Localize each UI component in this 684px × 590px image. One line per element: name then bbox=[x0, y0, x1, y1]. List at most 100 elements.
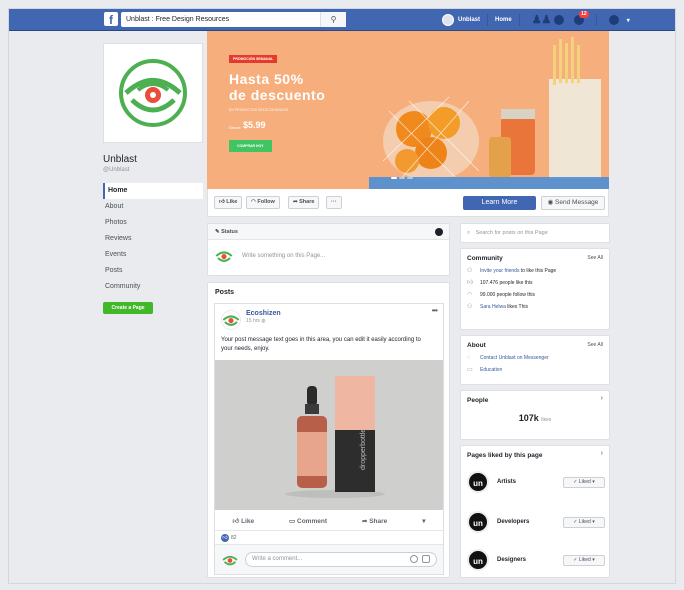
follows-count-text: 99.000 people follow this bbox=[480, 292, 536, 298]
search-icon[interactable]: ⚲ bbox=[320, 12, 346, 27]
top-navigation-bar: f Unblast : Free Design Resources ⚲ Unbl… bbox=[9, 9, 675, 31]
comment-placeholder: Write a comment... bbox=[252, 556, 303, 562]
rss-icon: ◠ bbox=[467, 292, 473, 298]
profile-picture[interactable] bbox=[103, 43, 203, 143]
about-see-all-link[interactable]: See All bbox=[587, 342, 603, 348]
status-composer: ✎ Status Write something on this Page... bbox=[207, 223, 450, 276]
home-link[interactable]: Home bbox=[495, 17, 512, 23]
promo-buy-button[interactable]: COMPRAR HOY bbox=[229, 140, 272, 152]
send-message-button[interactable]: ◉ Send Message bbox=[541, 196, 605, 210]
more-options-button[interactable]: ··· bbox=[326, 196, 342, 209]
follow-button[interactable]: ◠ Follow bbox=[246, 196, 280, 209]
liked-page-name[interactable]: Designers bbox=[497, 557, 563, 563]
liked-page-button[interactable]: ✓ Liked ▾ bbox=[563, 476, 605, 488]
friend-requests-icon[interactable]: ♟♟ bbox=[532, 15, 552, 26]
post-like-button[interactable]: 👍︎ Like bbox=[232, 517, 254, 525]
about-card: About See All ◌ Contact Unblast on Messe… bbox=[460, 335, 610, 385]
like-page-button[interactable]: 👍︎ Like bbox=[214, 196, 243, 209]
emoji-icon[interactable] bbox=[410, 555, 418, 563]
search-input-value: Unblast : Free Design Resources bbox=[126, 16, 230, 23]
friend-name-link[interactable]: Sara Helwa bbox=[480, 304, 506, 310]
likes-row: 👍︎ 107.476 people like this bbox=[461, 277, 609, 289]
nav-item-about[interactable]: About bbox=[103, 199, 203, 215]
status-body: Write something on this Page... bbox=[208, 240, 449, 272]
topbar-right: Unblast Home ♟♟ 12 ▾ bbox=[442, 9, 630, 31]
nav-item-events[interactable]: Events bbox=[103, 247, 203, 263]
carousel-dot[interactable] bbox=[399, 177, 405, 179]
promo-title-line2: de descuento bbox=[229, 87, 326, 103]
likes-count-text: 107.476 people like this bbox=[480, 280, 533, 286]
page-handle: @Unblast bbox=[103, 167, 130, 173]
carousel-dot[interactable] bbox=[391, 177, 397, 179]
about-heading: About bbox=[467, 342, 486, 349]
post-author[interactable]: Ecoshizen bbox=[246, 310, 281, 317]
groceries-illustration bbox=[369, 37, 609, 189]
status-input[interactable]: Write something on this Page... bbox=[242, 253, 325, 259]
share-arrow-icon: ➦ bbox=[293, 199, 298, 205]
help-icon[interactable] bbox=[608, 15, 619, 25]
audience-dropdown-icon[interactable] bbox=[435, 228, 443, 236]
author-avatar[interactable] bbox=[221, 310, 241, 330]
share-page-button[interactable]: ➦ Share bbox=[288, 196, 320, 209]
post-options-icon[interactable]: ••• bbox=[432, 306, 438, 315]
user-name-link[interactable]: Unblast bbox=[458, 17, 480, 23]
carousel-dot[interactable] bbox=[407, 177, 413, 179]
user-avatar[interactable] bbox=[442, 14, 454, 26]
post-comment-button[interactable]: ▭ Comment bbox=[289, 517, 327, 525]
thumbs-up-icon: 👍︎ bbox=[219, 199, 225, 205]
commenter-avatar bbox=[222, 555, 238, 565]
liked-page-logo[interactable]: un bbox=[467, 511, 489, 533]
liked-page-name[interactable]: Developers bbox=[497, 519, 563, 525]
create-page-button[interactable]: Create a Page bbox=[103, 302, 153, 314]
liked-page-logo[interactable]: un bbox=[467, 471, 489, 493]
liked-page-button[interactable]: ✓ Liked ▾ bbox=[563, 554, 605, 566]
nav-item-community[interactable]: Community bbox=[103, 279, 203, 295]
messenger-icon: ◌ bbox=[467, 355, 471, 361]
nav-item-reviews[interactable]: Reviews bbox=[103, 231, 203, 247]
post-timestamp[interactable]: 15 hrs ◍ bbox=[246, 318, 281, 324]
community-see-all-link[interactable]: See All bbox=[587, 255, 603, 261]
cover-photo[interactable]: PROMOCIÓN SEMANAL Hasta 50% de descuento… bbox=[207, 31, 609, 189]
people-likes-count: 107k likes bbox=[461, 407, 609, 423]
cover-carousel-indicator[interactable] bbox=[391, 177, 415, 179]
liked-page-button[interactable]: ✓ Liked ▾ bbox=[563, 516, 605, 528]
liked-page-logo[interactable]: un bbox=[467, 549, 489, 571]
facebook-logo-icon[interactable]: f bbox=[104, 12, 118, 27]
comment-input[interactable]: Write a comment... bbox=[245, 552, 437, 567]
search-input[interactable]: Unblast : Free Design Resources ⚲ bbox=[121, 12, 346, 27]
messenger-icon[interactable] bbox=[553, 15, 564, 25]
pages-liked-title[interactable]: Pages liked by this page › bbox=[461, 446, 609, 462]
friend-likes-row: ⚇ Sara Helwa likes This bbox=[461, 301, 609, 313]
contact-messenger-link[interactable]: Contact Unblast on Messenger bbox=[480, 355, 549, 361]
reactions-summary[interactable]: 👍︎ 82 bbox=[221, 534, 237, 542]
notifications-icon[interactable]: 12 bbox=[573, 11, 589, 25]
chevron-right-icon[interactable]: › bbox=[601, 450, 603, 457]
divider bbox=[487, 14, 489, 26]
invite-friends-link[interactable]: Invite your friends bbox=[480, 268, 519, 274]
page-frame: f Unblast : Free Design Resources ⚲ Unbl… bbox=[8, 8, 676, 584]
nav-item-posts[interactable]: Posts bbox=[103, 263, 203, 279]
friend-likes-text: likes This bbox=[505, 304, 528, 310]
page-search-input[interactable]: ⌕ Search for posts on this Page bbox=[460, 223, 610, 243]
post-share-label: Share bbox=[369, 517, 388, 525]
education-link[interactable]: Education bbox=[480, 367, 502, 373]
thumbs-up-icon: 👍︎ bbox=[232, 517, 240, 525]
education-icon: ▭ bbox=[467, 367, 473, 373]
post-image[interactable]: dropperbottle bbox=[215, 360, 443, 510]
status-title[interactable]: Status bbox=[221, 229, 238, 235]
post-share-button[interactable]: ➦ Share bbox=[362, 517, 387, 525]
sticker-icon[interactable] bbox=[422, 555, 430, 563]
nav-item-photos[interactable]: Photos bbox=[103, 215, 203, 231]
globe-icon: ◍ bbox=[261, 318, 266, 324]
invite-text: to like this Page bbox=[519, 268, 557, 274]
messenger-row: ◌ Contact Unblast on Messenger bbox=[461, 352, 609, 364]
people-title[interactable]: People › bbox=[461, 391, 609, 407]
liked-page-name[interactable]: Artists bbox=[497, 479, 563, 485]
chevron-right-icon[interactable]: › bbox=[601, 395, 603, 402]
pencil-icon: ✎ bbox=[215, 229, 220, 235]
learn-more-button[interactable]: Learn More bbox=[463, 196, 536, 210]
community-card: Community See All ⚇ Invite your friends … bbox=[460, 248, 610, 330]
nav-item-home[interactable]: Home bbox=[103, 183, 203, 199]
chevron-down-icon[interactable]: ▾ bbox=[627, 17, 630, 24]
chevron-down-icon[interactable]: ▾ bbox=[422, 517, 425, 525]
